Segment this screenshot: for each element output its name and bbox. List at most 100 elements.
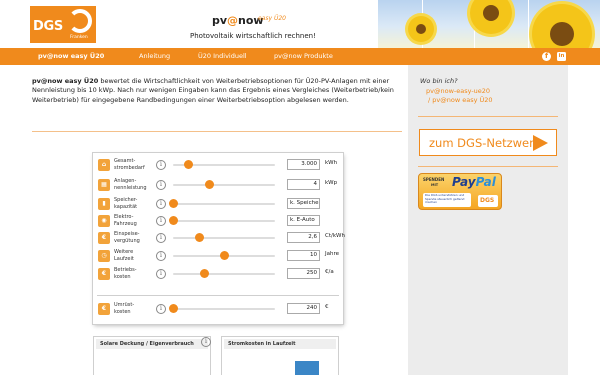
input-label: Betriebs- kosten (114, 267, 137, 280)
info-icon[interactable]: i (156, 304, 166, 314)
slider-handle[interactable] (169, 304, 178, 313)
dgs-small-logo: DGS (478, 195, 498, 207)
input-row-umruestkosten: € Umrüst- kosten i 240 € (93, 301, 343, 317)
paypal-spenden-text: SPENDEN (423, 177, 445, 182)
paypal-logo: PayPal (452, 175, 496, 189)
value-input[interactable]: 4 (287, 179, 320, 190)
sidebar-divider (418, 116, 558, 117)
slider-handle[interactable] (220, 251, 229, 260)
unit-label: € (325, 304, 329, 310)
facebook-icon[interactable]: f (542, 52, 551, 61)
input-row-speicher: ▮ Speicher- kapazität i k. Speiche (93, 196, 343, 212)
main-nav: pv@now easy Ü20 Anleitung Ü20 Individuel… (0, 48, 600, 65)
cost-bar (295, 361, 319, 375)
nav-item-produkte[interactable]: pv@now Produkte (274, 52, 333, 60)
slider-handle[interactable] (204, 180, 214, 189)
slider-track[interactable] (173, 220, 275, 222)
sidebar-divider (418, 166, 558, 167)
paypal-note: Die DGS unterstützen und Spende steuerli… (423, 193, 471, 207)
slider-handle[interactable] (169, 199, 178, 208)
value-input[interactable]: 3.000 (287, 159, 320, 170)
input-label: Einspeise- vergütung (114, 231, 140, 244)
brand-tagline: Photovoltaik wirtschaftlich rechnen! (190, 32, 316, 40)
breadcrumb-link-parent[interactable]: pv@now-easy-ue20 (426, 87, 490, 95)
info-icon[interactable]: i (156, 233, 166, 243)
info-icon[interactable]: i (156, 160, 166, 170)
sunflower-icon (532, 4, 592, 48)
slider-track[interactable] (173, 308, 275, 310)
brand-title: pv@now (212, 14, 264, 27)
info-icon[interactable]: i (156, 199, 166, 209)
calculator-divider (97, 295, 339, 296)
input-row-nennleistung: ▦ Anlagen- nennleistung i 4 kWp (93, 177, 343, 193)
brand-superscript: easy Ü20 (258, 15, 286, 22)
nav-item-easy-ue20[interactable]: pv@now easy Ü20 (38, 52, 104, 60)
sidebar-title: Wo bin ich? (420, 77, 458, 85)
info-icon[interactable]: i (156, 251, 166, 261)
slider-handle[interactable] (199, 269, 209, 278)
euro-icon: € (98, 232, 110, 244)
input-label: Elektro- Fahrzeug (114, 214, 137, 227)
input-row-laufzeit: ◷ Weitere Laufzeit i 10 Jahre (93, 248, 343, 264)
info-icon[interactable]: i (156, 269, 166, 279)
value-input[interactable]: 240 (287, 303, 320, 314)
battery-icon: ▮ (98, 198, 110, 210)
value-input[interactable]: k. Speiche (287, 198, 320, 209)
unit-label: €/a (325, 269, 334, 275)
intro-text: pv@now easy Ü20 bewertet die Wirtschaftl… (32, 77, 396, 105)
clock-icon: ◷ (98, 250, 110, 262)
brand-pv: pv (212, 14, 228, 27)
slider-track[interactable] (173, 237, 275, 239)
sidebar: Wo bin ich? pv@now-easy-ue20 / pv@now ea… (408, 65, 568, 375)
arrow-right-icon (533, 135, 548, 151)
input-label: Gesamt- strombedarf (114, 158, 145, 171)
value-input[interactable]: 10 (287, 250, 320, 261)
input-label: Speicher- kapazität (114, 197, 138, 210)
solar-panel-icon: ▦ (98, 179, 110, 191)
header-banner-image (378, 0, 600, 48)
info-icon[interactable]: i (156, 180, 166, 190)
dgs-network-button[interactable]: zum DGS-Netzwerk (419, 129, 557, 156)
slider-track[interactable] (173, 184, 275, 186)
calculator-panel: ⌂ Gesamt- strombedarf i 3.000 kWh ▦ Anlagen- n… (93, 153, 345, 324)
wrench-euro-icon: € (98, 268, 110, 280)
slider-handle[interactable] (194, 233, 204, 242)
nav-item-ue20-individuell[interactable]: Ü20 Individuell (198, 52, 247, 60)
linkedin-icon[interactable]: in (557, 52, 566, 61)
result-panel-header: Solare Deckung / Eigenverbrauch (96, 339, 208, 349)
slider-handle[interactable] (184, 160, 194, 169)
logo-subtext: Franken (70, 35, 88, 40)
input-label: Anlagen- nennleistung (114, 178, 147, 191)
result-panel-title: Stromkosten in Laufzeit (228, 341, 296, 347)
result-panel-solar-coverage: Solare Deckung / Eigenverbrauch i (93, 336, 211, 375)
paypal-mit-text: MIT (431, 183, 439, 187)
paypal-donate-button[interactable]: SPENDEN MIT PayPal Die DGS unterstützen … (418, 173, 502, 210)
value-input[interactable]: 2,6 (287, 232, 320, 243)
slider-track[interactable] (173, 203, 275, 205)
header: DGS Franken pv@now easy Ü20 Photovoltaik… (0, 0, 600, 48)
logo-text: DGS (33, 19, 63, 34)
sunflower-icon (408, 16, 434, 42)
sunflower-icon (470, 0, 512, 34)
slider-track[interactable] (173, 273, 275, 275)
info-icon[interactable]: i (201, 337, 211, 347)
breadcrumb-link-current[interactable]: / pv@now easy Ü20 (428, 96, 493, 104)
dgs-network-label: zum DGS-Netzwerk (429, 136, 541, 150)
unit-label: Jahre (325, 251, 340, 257)
dgs-franken-logo[interactable]: DGS Franken (30, 6, 96, 43)
divider (32, 131, 402, 132)
unit-label: kWp (325, 180, 338, 186)
brand-at: @ (227, 14, 239, 27)
input-row-strombedarf: ⌂ Gesamt- strombedarf i 3.000 kWh (93, 157, 343, 173)
slider-handle[interactable] (169, 216, 178, 225)
result-panel-electricity-cost: Stromkosten in Laufzeit (221, 336, 339, 375)
intro-bold: pv@now easy Ü20 (32, 77, 99, 85)
value-input[interactable]: k. E-Auto (287, 215, 320, 226)
nav-item-anleitung[interactable]: Anleitung (139, 52, 170, 60)
value-input[interactable]: 250 (287, 268, 320, 279)
euro-coin-icon: € (98, 303, 110, 315)
input-label: Umrüst- kosten (114, 302, 135, 315)
car-icon: ◉ (98, 215, 110, 227)
input-label: Weitere Laufzeit (114, 249, 134, 262)
info-icon[interactable]: i (156, 216, 166, 226)
